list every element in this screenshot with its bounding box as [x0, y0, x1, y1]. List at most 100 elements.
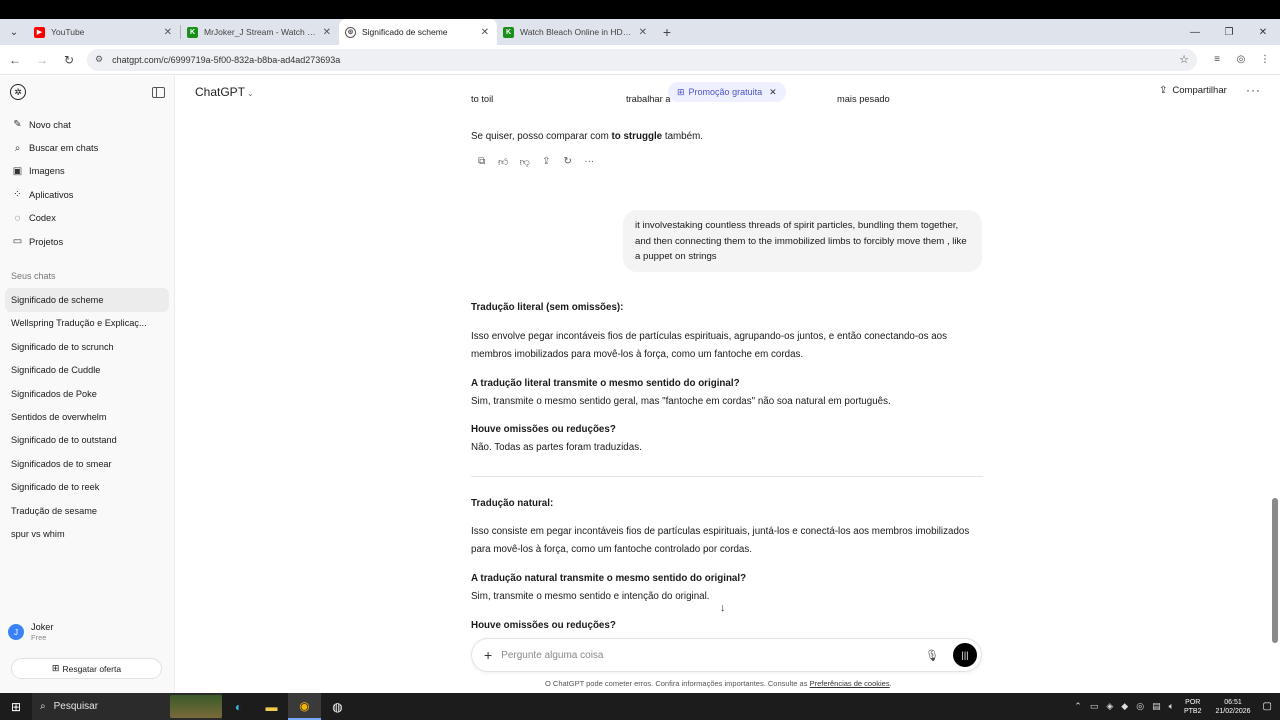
natural-question-1: A tradução natural transmite o mesmo sen…: [471, 573, 747, 584]
chat-history-item[interactable]: Significados de to smear: [5, 452, 169, 475]
user-profile[interactable]: J Joker Free: [8, 622, 53, 642]
literal-question-2: Houve omissões ou reduções?: [471, 424, 616, 435]
tray-app-icon[interactable]: ◈: [1106, 701, 1113, 712]
close-icon[interactable]: ✕: [481, 27, 489, 38]
bookmark-star-icon[interactable]: ☆: [1179, 53, 1189, 66]
disclaimer-end: .: [889, 679, 892, 688]
openai-logo-icon[interactable]: ✲: [10, 84, 26, 100]
kick-favicon-icon: K: [187, 26, 198, 38]
close-icon[interactable]: ✕: [769, 87, 777, 98]
clock[interactable]: 06:51 21/02/2026: [1216, 698, 1251, 716]
address-bar[interactable]: ⚙ chatgpt.com/c/6999719a-5f00-832a-b8ba-…: [87, 48, 1197, 71]
tab-watch-bleach[interactable]: K Watch Bleach Online in HD - An ✕: [497, 19, 655, 45]
edge-icon[interactable]: ◐: [222, 693, 255, 720]
profile-icon[interactable]: ◎: [1229, 48, 1253, 72]
sidebar-top: ✲: [0, 76, 174, 108]
chat-history-item[interactable]: Tradução de sesame: [5, 499, 169, 522]
sidebar-item-imagens[interactable]: ▣ Imagens: [0, 160, 174, 183]
language-indicator[interactable]: POR PTB2: [1184, 698, 1202, 716]
sidebar-item-aplicativos[interactable]: ⁘ Aplicativos: [0, 183, 174, 206]
site-info-icon[interactable]: ⚙: [95, 54, 103, 65]
chat-history-item[interactable]: Significado de scheme: [5, 288, 169, 312]
chat-history-item[interactable]: spur vs whim: [5, 522, 169, 545]
new-tab-button[interactable]: +: [655, 19, 679, 45]
chevron-down-icon: ⌄: [247, 89, 254, 98]
apps-icon: ⁘: [13, 189, 22, 201]
copy-icon[interactable]: ⧉: [471, 156, 493, 168]
close-icon[interactable]: ✕: [639, 27, 647, 38]
sidebar-item-projetos[interactable]: ▭ Projetos: [0, 230, 174, 253]
close-window-icon[interactable]: ✕: [1246, 19, 1280, 45]
more-icon[interactable]: ···: [579, 156, 601, 168]
redeem-offer-button[interactable]: ⊞ Resgatar oferta: [11, 658, 162, 679]
add-attachment-icon[interactable]: +: [484, 647, 492, 663]
chat-history-item[interactable]: Sentidos de overwhelm: [5, 405, 169, 428]
search-icon: ⌕: [14, 142, 21, 154]
forward-arrow-icon[interactable]: →: [30, 48, 54, 72]
tab-mrjoker-stream[interactable]: K MrJoker_J Stream - Watch Live ✕: [181, 19, 339, 45]
close-icon[interactable]: ✕: [323, 27, 331, 38]
natural-heading: Tradução natural:: [471, 498, 554, 509]
chat-history-item[interactable]: Wellspring Tradução e Explicaç...: [5, 312, 169, 335]
obs-icon[interactable]: ◍: [321, 693, 354, 720]
tray-app-icon[interactable]: ◆: [1121, 701, 1128, 712]
thumbs-up-icon[interactable]: 👍︎: [493, 156, 515, 168]
share-icon[interactable]: ⇪: [536, 156, 558, 168]
model-selector[interactable]: ChatGPT ⌄: [195, 85, 254, 99]
prompt-input[interactable]: [501, 649, 926, 661]
literal-question-1: A tradução literal transmite o mesmo sen…: [471, 378, 740, 389]
restore-icon[interactable]: ❐: [1212, 19, 1246, 45]
voice-mode-button[interactable]: |||: [953, 643, 977, 667]
table-cell: to toil: [471, 94, 494, 104]
chat-history-item[interactable]: Significado de to reek: [5, 475, 169, 498]
clock-time: 06:51: [1224, 698, 1242, 706]
url-text: chatgpt.com/c/6999719a-5f00-832a-b8ba-ad…: [112, 54, 341, 65]
show-hidden-icons-icon[interactable]: ⌃: [1074, 701, 1082, 712]
windows-start-icon[interactable]: ⊞: [0, 693, 32, 720]
thumbs-down-icon[interactable]: 👎︎: [514, 156, 536, 168]
tab-search-dropdown-icon[interactable]: ⌄: [0, 19, 28, 45]
avatar: J: [8, 624, 24, 640]
tab-significado-de-scheme[interactable]: ⊛ Significado de scheme ✕: [339, 19, 497, 45]
scroll-down-arrow-icon[interactable]: ↓: [720, 602, 726, 614]
file-explorer-icon[interactable]: ▬: [255, 693, 288, 720]
chrome-icon[interactable]: ◉: [288, 693, 321, 720]
tray-app-icon[interactable]: ▭: [1090, 701, 1099, 712]
sidebar-item-novo-chat[interactable]: ✎ Novo chat: [0, 113, 174, 136]
tab-youtube[interactable]: ▶ YouTube ✕: [28, 19, 180, 45]
cookie-preferences-link[interactable]: Preferências de cookies: [810, 679, 890, 688]
close-icon[interactable]: ✕: [164, 27, 172, 38]
scrollbar-thumb[interactable]: [1272, 498, 1278, 643]
promo-label: Promoção gratuita: [688, 87, 763, 97]
media-controls-icon[interactable]: ≡: [1205, 48, 1229, 72]
sidebar-nav: ✎ Novo chat ⌕ Buscar em chats ▣ Imagens ⁘ Ap…: [0, 113, 174, 253]
notifications-icon[interactable]: ▢: [1263, 701, 1272, 712]
taskbar-search[interactable]: ⌕ Pesquisar: [32, 693, 222, 720]
network-icon[interactable]: ▤: [1152, 701, 1161, 712]
disclaimer: O ChatGPT pode cometer erros. Confira in…: [545, 679, 892, 688]
sidebar-item-buscar[interactable]: ⌕ Buscar em chats: [0, 136, 174, 159]
top-black-strip: [0, 0, 1280, 19]
minimize-icon[interactable]: —: [1178, 19, 1212, 45]
regenerate-icon[interactable]: ↻: [557, 156, 579, 168]
chat-history-item[interactable]: Significado de Cuddle: [5, 359, 169, 382]
chat-history-item[interactable]: Significados de Poke: [5, 382, 169, 405]
back-arrow-icon[interactable]: ←: [3, 48, 27, 72]
chat-history-item[interactable]: Significado de to outstand: [5, 429, 169, 452]
free-promo-badge[interactable]: ⊞ Promoção gratuita ✕: [668, 82, 786, 102]
menu-kebab-icon[interactable]: ⋮: [1253, 48, 1277, 72]
message-actions: ⧉ 👍︎ 👎︎ ⇪ ↻ ···: [471, 156, 600, 168]
chat-main: ChatGPT ⌄ to toil trabalhar a mais pesado…: [175, 76, 1280, 693]
share-button[interactable]: ⇪ Compartilhar: [1159, 85, 1227, 96]
redeem-offer-label: Resgatar oferta: [62, 663, 122, 674]
volume-icon[interactable]: 🔈︎: [1169, 701, 1174, 712]
sidebar-item-codex[interactable]: ◌ Codex: [0, 207, 174, 230]
share-label: Compartilhar: [1172, 85, 1227, 96]
reload-icon[interactable]: ↻: [57, 48, 81, 72]
sidebar-item-label: Buscar em chats: [29, 143, 99, 154]
more-options-icon[interactable]: ···: [1246, 83, 1261, 97]
sidebar-toggle-icon[interactable]: [152, 86, 165, 98]
tray-app-icon[interactable]: ◎: [1136, 701, 1144, 712]
chat-history-item[interactable]: Significado de to scrunch: [5, 335, 169, 358]
microphone-icon[interactable]: 🎙︎: [925, 649, 939, 662]
